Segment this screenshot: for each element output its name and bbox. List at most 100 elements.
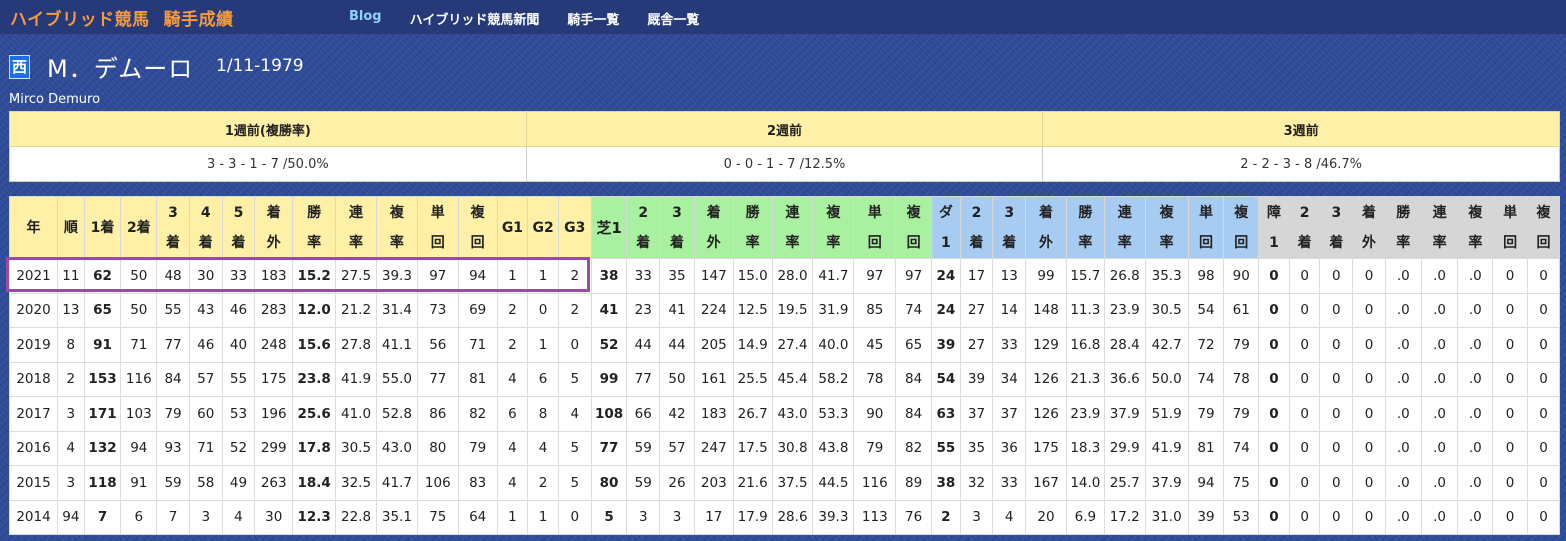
- stats-cell: 41.1: [375, 327, 418, 363]
- stats-cell: 31.4: [375, 292, 418, 328]
- stats-cell: 8: [57, 327, 85, 363]
- stats-cell: 4: [496, 430, 529, 466]
- stats-cell: 3: [188, 499, 223, 535]
- stats-header-label: 着: [1002, 234, 1017, 251]
- stats-cell: 69: [457, 292, 498, 328]
- stats-cell: 91: [120, 465, 158, 501]
- stats-cell: 0: [1319, 430, 1354, 466]
- stats-header-label: 外: [266, 234, 281, 251]
- brand[interactable]: ハイブリッド競馬 騎手成績: [10, 5, 248, 30]
- stats-header-label: 単: [1199, 204, 1213, 221]
- stats-header-cell: 2着: [626, 196, 661, 259]
- stats-cell: 37.9: [1103, 396, 1146, 432]
- year-cell: 2018: [8, 361, 59, 397]
- stats-header-label: 5: [233, 204, 244, 221]
- stats-cell: 72: [1187, 327, 1225, 363]
- stats-cell: 21.2: [335, 292, 377, 328]
- table-row[interactable]: 2020 13 65 50 55 43 46 283 12.0 21.2 31.4 73 69 2 0 2 41…: [8, 292, 1561, 328]
- stats-cell: 41.7: [812, 258, 855, 294]
- stats-cell: 118: [83, 465, 122, 501]
- stats-cell: .0: [1457, 258, 1494, 294]
- stats-cell: 148: [1025, 292, 1067, 328]
- stats-cell: 12.0: [292, 292, 337, 328]
- nav-stable-list-link[interactable]: 厩舎一覧: [647, 9, 699, 28]
- stats-cell: 23.9: [1065, 396, 1105, 432]
- stats-cell: 1: [527, 499, 559, 535]
- stats-header-label: 回: [906, 234, 921, 251]
- stats-cell: 31.9: [812, 292, 855, 328]
- stats-cell: 55: [221, 361, 256, 397]
- table-row[interactable]: 2019 8 91 71 77 46 40 248 15.6 27.8 41.1 56 71 2 1 0 52 4…: [8, 327, 1561, 363]
- stats-cell: 32.5: [335, 465, 377, 501]
- stats-header-label: 複: [906, 204, 921, 221]
- stats-header-label: 連: [785, 204, 800, 221]
- stats-cell: 175: [254, 361, 294, 397]
- table-row[interactable]: 2018 2 153 116 84 57 55 175 23.8 41.9 55.0 77 81 4 6 5 9…: [8, 361, 1561, 397]
- stats-header-label: 3: [1331, 204, 1342, 221]
- stats-cell: 3: [659, 499, 695, 535]
- stats-cell: 77: [626, 361, 661, 397]
- stats-header-cell: 4着: [188, 196, 223, 259]
- stats-cell: 6: [496, 396, 529, 432]
- stats-cell: 14.9: [732, 327, 773, 363]
- year-cell: 2021: [8, 258, 59, 294]
- stats-cell: 12.3: [292, 499, 337, 535]
- stats-cell: 37.9: [1144, 465, 1189, 501]
- stats-header-label: 率: [1432, 234, 1447, 251]
- stats-cell: 53.3: [812, 396, 855, 432]
- nav-blog-link[interactable]: Blog: [349, 9, 382, 27]
- brand-title[interactable]: ハイブリッド競馬: [10, 10, 150, 30]
- stats-cell: 54: [931, 361, 961, 397]
- stats-header-label: 着: [166, 234, 181, 251]
- stats-cell: 77: [416, 361, 459, 397]
- stats-header-cell: 勝率: [292, 196, 337, 259]
- stats-cell: 22.8: [335, 499, 377, 535]
- stats-cell: 78: [1223, 361, 1260, 397]
- stats-cell: 16.8: [1065, 327, 1105, 363]
- stats-cell: 0: [1526, 258, 1561, 294]
- stats-cell: 175: [1025, 430, 1067, 466]
- stats-header-label: 回: [1199, 234, 1213, 251]
- stats-cell: 75: [416, 499, 459, 535]
- stats-cell: 106: [416, 465, 459, 501]
- stats-cell: 0: [1258, 396, 1290, 432]
- table-row[interactable]: 2017 3 171 103 79 60 53 196 25.6 41.0 52.8 86 82 6 8 4 1…: [8, 396, 1561, 432]
- table-row[interactable]: 2015 3 118 91 59 58 49 263 18.4 32.5 41.7 106 83 4 2 5 8…: [8, 465, 1561, 501]
- jockey-name-roman: Mirco Demuro: [9, 92, 101, 107]
- stats-cell: 97: [416, 258, 459, 294]
- stats-cell: 39.3: [375, 258, 418, 294]
- stats-cell: 77: [590, 430, 628, 466]
- stats-cell: 0: [1492, 258, 1528, 294]
- stats-cell: 14.0: [1065, 465, 1105, 501]
- stats-cell: 39: [959, 361, 994, 397]
- stats-cell: 0: [1352, 292, 1386, 328]
- stats-header-label: 障: [1266, 204, 1281, 221]
- stats-cell: 183: [693, 396, 734, 432]
- stats-cell: 79: [156, 396, 190, 432]
- stats-cell: 0: [1319, 396, 1354, 432]
- stats-header-label: 率: [389, 234, 404, 251]
- stats-cell: 53: [221, 396, 256, 432]
- table-row[interactable]: 2014 94 7 6 7 3 4 30 12.3 22.8 35.1 75 64 1 1 0 5 3 3 17 17.…: [8, 499, 1561, 535]
- week2-value: 0 - 0 - 1 - 7 /12.5%: [525, 146, 1044, 182]
- stats-header-cell: 連率: [1420, 196, 1459, 259]
- stats-cell: 33: [992, 465, 1027, 501]
- stats-cell: .0: [1384, 430, 1422, 466]
- stats-cell: 94: [57, 499, 85, 535]
- stats-header-label: 2: [971, 204, 982, 221]
- brand-subtitle[interactable]: 騎手成績: [164, 10, 234, 30]
- stats-cell: 116: [853, 465, 897, 501]
- table-row[interactable]: 2016 4 132 94 93 71 52 299 17.8 30.5 43.0 80 79 4 4 5 77…: [8, 430, 1561, 466]
- stats-cell: 94: [120, 430, 158, 466]
- nav-newspaper-link[interactable]: ハイブリッド競馬新聞: [410, 9, 540, 28]
- stats-cell: 6: [527, 361, 559, 397]
- stats-cell: 71: [457, 327, 498, 363]
- stats-cell: 50: [659, 361, 695, 397]
- stats-cell: 299: [254, 430, 294, 466]
- nav-jockey-list-link[interactable]: 騎手一覧: [567, 9, 619, 28]
- stats-header-cell: 単回: [1187, 196, 1225, 259]
- stats-header-label: 1: [940, 234, 951, 251]
- table-row[interactable]: 2021 11 62 50 48 30 33 183 15.2 27.5 39.3 97 94 1 1 2 38…: [8, 258, 1561, 294]
- stats-cell: 2: [527, 465, 559, 501]
- stats-header-label: 勝: [745, 204, 760, 221]
